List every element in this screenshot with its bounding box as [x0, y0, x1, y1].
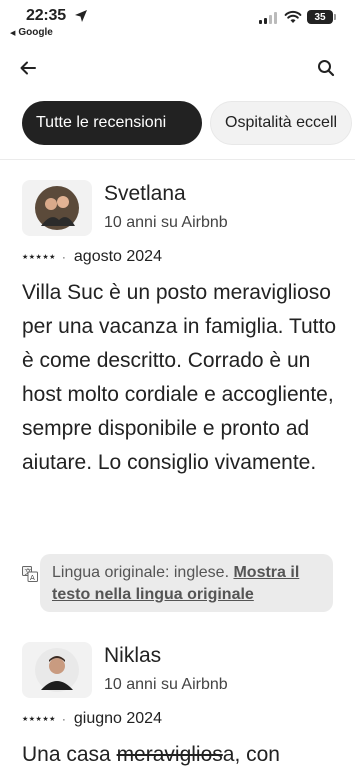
separator-dot: ·: [61, 250, 66, 264]
separator-dot: ·: [61, 712, 66, 726]
avatar[interactable]: [22, 180, 92, 236]
back-app-label: Google: [18, 27, 53, 38]
star-rating: ★★★★★: [22, 716, 56, 723]
review-text: Villa Suc è un posto meraviglioso per un…: [22, 281, 337, 474]
avatar[interactable]: [22, 642, 92, 698]
original-language-label: Lingua originale: inglese.: [52, 564, 234, 581]
status-time: 22:35: [26, 7, 66, 24]
review-header: Svetlana 10 anni su Airbnb: [22, 180, 342, 236]
location-arrow-icon: [75, 10, 87, 22]
search-icon[interactable]: [314, 56, 338, 80]
battery-level: 35: [314, 11, 326, 23]
signal-icon: [259, 12, 277, 24]
status-bar: 22:35 ◀ Google 35: [0, 0, 355, 44]
back-to-google[interactable]: ◀ Google: [10, 27, 53, 38]
divider: [0, 159, 355, 160]
review-text-struck: meraviglios: [116, 743, 223, 766]
chip-excellent-hospitality[interactable]: Ospitalità eccell: [210, 101, 353, 145]
reviewer-years: 10 anni su Airbnb: [104, 214, 228, 231]
review-meta: ★★★★★ · agosto 2024: [22, 248, 162, 266]
avatar-photo-icon: [35, 648, 79, 692]
translation-notice: Lingua originale: inglese. Mostra il tes…: [40, 554, 333, 612]
reviewer-name: Niklas: [104, 644, 162, 667]
reviews-screen: 22:35 ◀ Google 35 Tutte le recensioni Os…: [0, 0, 355, 768]
svg-text:A: A: [30, 574, 35, 582]
review-header: Niklas 10 anni su Airbnb: [22, 642, 342, 698]
review-text-end: a, con: [222, 743, 280, 766]
review-meta: ★★★★★ · giugno 2024: [22, 710, 162, 728]
review-text-start: Una casa: [22, 743, 117, 766]
review-date: agosto 2024: [73, 248, 162, 265]
wifi-icon: [284, 10, 302, 23]
back-triangle-icon: ◀: [10, 29, 16, 37]
reviewer-name: Svetlana: [104, 182, 186, 205]
battery-icon: 35: [307, 10, 336, 24]
translate-icon: 文 A: [22, 566, 38, 582]
reviewer-years: 10 anni su Airbnb: [104, 676, 228, 693]
review-filter-chips: Tutte le recensioni Ospitalità eccell: [22, 101, 353, 145]
review-date: giugno 2024: [73, 710, 162, 727]
star-rating: ★★★★★: [22, 254, 56, 261]
arrow-left-icon[interactable]: [16, 56, 40, 80]
chip-all-reviews[interactable]: Tutte le recensioni: [22, 101, 202, 145]
avatar-photo-icon: [35, 186, 79, 230]
review-item: Svetlana 10 anni su Airbnb ★★★★★ · agost…: [22, 180, 342, 474]
review-text: Una casa meravigliosa, con: [22, 738, 342, 768]
review-item: Niklas 10 anni su Airbnb ★★★★★ · giugno …: [22, 642, 342, 766]
